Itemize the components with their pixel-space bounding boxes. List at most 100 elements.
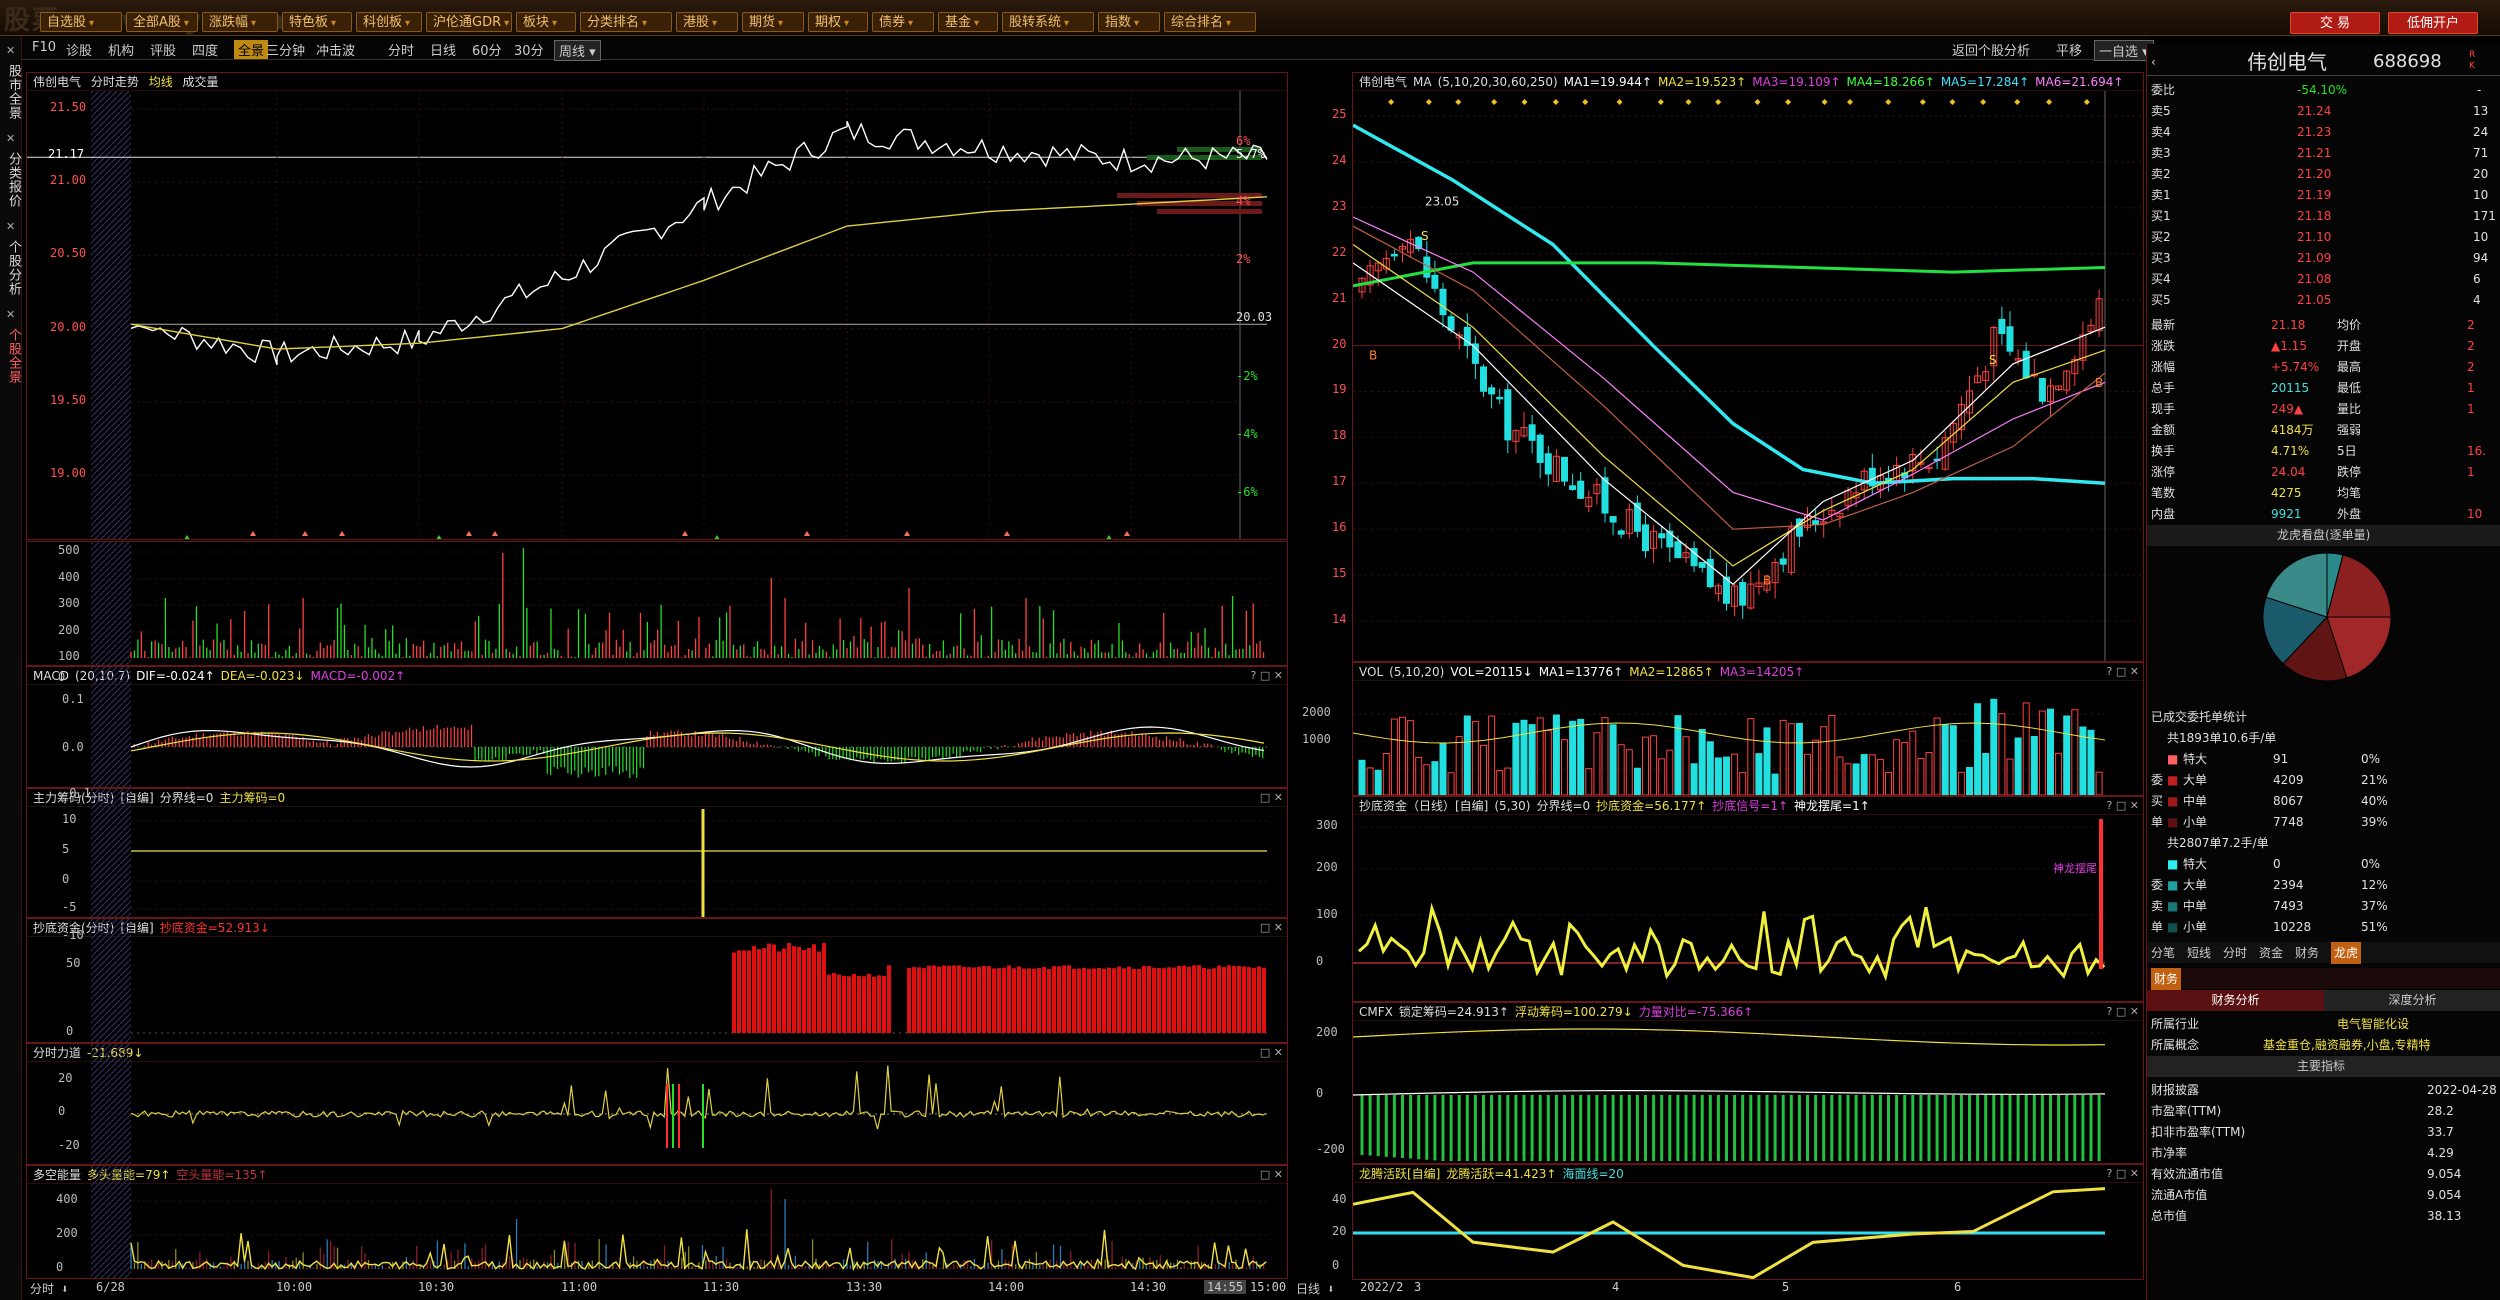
back-icon[interactable]: ‹	[2151, 48, 2156, 76]
signal-diamond	[1885, 99, 1892, 105]
tab-12[interactable]: 周线 ▾	[554, 40, 601, 61]
kvol-pane[interactable]: VOL (5,10,20) VOL=20115↓ MA1=13776↑ MA2=1286…	[1352, 662, 2144, 796]
subtab-deep[interactable]: 深度分析	[2324, 990, 2500, 1011]
fund-bar	[817, 951, 821, 1033]
close-icon[interactable]: ✕	[6, 308, 15, 321]
quote-tab-5[interactable]: 龙虎	[2331, 942, 2362, 964]
kvol-bar	[1455, 736, 1463, 795]
volume-tick: 400	[58, 570, 80, 584]
tab-3[interactable]: 评股	[150, 40, 176, 59]
tab-4[interactable]: 四度	[192, 40, 218, 59]
toolbar-button-9[interactable]: 期货 ▾	[742, 12, 804, 32]
tab-11[interactable]: 30分	[514, 40, 544, 59]
ask-row: 卖3 21.21 71	[2147, 143, 2500, 164]
trade-button[interactable]: 交 易	[2290, 12, 2380, 34]
toolbar-button-6[interactable]: 板块 ▾	[516, 12, 576, 32]
tab-right-0[interactable]: 返回个股分析	[1952, 40, 2030, 59]
toolbar-button-0[interactable]: 自选股 ▾	[40, 12, 122, 32]
order-pct: 0%	[2361, 857, 2381, 871]
sell-order-row: ■ 特大 0 0%	[2147, 854, 2500, 875]
fin-value: 2022-04-28	[2427, 1083, 2497, 1097]
toolbar-button-8[interactable]: 港股 ▾	[676, 12, 738, 32]
candle	[1471, 343, 1479, 364]
tab-10[interactable]: 60分	[472, 40, 502, 59]
left-tab-0[interactable]: 股市全景	[1, 58, 21, 126]
open-account-button[interactable]: 低佣开户	[2388, 12, 2478, 34]
close-icon[interactable]: ✕	[6, 220, 15, 233]
ask-volume: 20	[2473, 167, 2489, 181]
macd-pane[interactable]: MACD(20,10,7)DIF=-0.024↑DEA=-0.023↓MACD=…	[26, 666, 1288, 788]
quote-tab-2[interactable]: 分时	[2223, 942, 2247, 964]
kline-pane[interactable]: 伟创电气 MA (5,10,20,30,60,250) MA1=19.944↑ MA2=…	[1352, 72, 2144, 662]
tab-7[interactable]: 冲击波	[316, 40, 355, 59]
toolbar-button-10[interactable]: 期权 ▾	[808, 12, 868, 32]
toolbar-button-12[interactable]: 基金 ▾	[938, 12, 998, 32]
main-chip-pane[interactable]: 主力筹码(分时) [自编] 分界线=0 主力筹码=0 □ ✕	[26, 788, 1288, 918]
fund-bar	[1242, 966, 1246, 1033]
tab-5[interactable]: 全景	[234, 40, 269, 59]
fund-bar	[947, 965, 951, 1033]
toolbar-button-13[interactable]: 股转系统 ▾	[1002, 12, 1094, 32]
fund-bar	[1097, 967, 1101, 1033]
toolbar-button-1[interactable]: 全部A股 ▾	[126, 12, 198, 32]
side-label: 委	[2151, 878, 2164, 892]
close-icon[interactable]: ✕	[6, 132, 15, 145]
kcd-spike	[2099, 819, 2103, 969]
toolbar-button-2[interactable]: 涨跌幅 ▾	[202, 12, 278, 32]
kcd-pane[interactable]: 抄底资金（日线）[自编] (5,30) 分界线=0 抄底资金=56.177↑ 抄底信号=…	[1352, 796, 2144, 1002]
stat-label: 均笔	[2337, 486, 2362, 500]
quote-tab-1[interactable]: 短线	[2187, 942, 2211, 964]
kvol-bar	[1471, 720, 1479, 795]
finance-tab[interactable]: 财务	[2151, 968, 2182, 990]
time-tick: 14:55	[1204, 1280, 1247, 1294]
tab-1[interactable]: 诊股	[66, 40, 92, 59]
toolbar-button-5[interactable]: 沪伦通GDR ▾	[426, 12, 512, 32]
cmfx-pane[interactable]: CMFX 锁定筹码=24.913↑ 浮动筹码=100.279↓ 力量对比=-75.36…	[1352, 1002, 2144, 1164]
left-tab-3[interactable]: 个股全景	[1, 322, 21, 390]
stat-value: ▲1.15	[2271, 339, 2307, 353]
fin-value: 9.054	[2427, 1188, 2462, 1202]
tab-right-2[interactable]: 一自选 ▾	[2094, 40, 2154, 61]
tab-right-1[interactable]: 平移	[2056, 40, 2082, 59]
quote-tab-0[interactable]: 分笔	[2151, 942, 2175, 964]
bid-row: 买3 21.09 94	[2147, 248, 2500, 269]
price-tick: 21.00	[50, 173, 87, 188]
subtab-finance[interactable]: 财务分析	[2147, 990, 2324, 1011]
quote-tab-3[interactable]: 资金	[2259, 942, 2283, 964]
toolbar-button-14[interactable]: 指数 ▾	[1098, 12, 1160, 32]
left-tab-1[interactable]: 分类报价	[1, 146, 21, 214]
order-count: 4209	[2273, 773, 2304, 787]
bottom-fund-pane[interactable]: 抄底资金(分时) [自编] 抄底资金=52.913↓ □ ✕	[26, 918, 1288, 1043]
tab-8[interactable]: 分时	[388, 40, 414, 59]
toolbar-button-11[interactable]: 债券 ▾	[872, 12, 934, 32]
stat-label: 5日	[2337, 444, 2357, 458]
quote-tab-4[interactable]: 财务	[2295, 942, 2319, 964]
tab-6[interactable]: 三分钟	[266, 40, 305, 59]
macd-tick: 0.1	[62, 692, 84, 706]
tab-0[interactable]: F10	[32, 40, 56, 55]
intraday-price-pane[interactable]: 伟创电气 分时走势 均线 成交量	[26, 72, 1288, 540]
fund-bar	[737, 950, 741, 1033]
force-tick: -20	[58, 1138, 80, 1152]
bid-label: 买2	[2151, 230, 2171, 244]
toolbar-button-3[interactable]: 特色板 ▾	[282, 12, 352, 32]
longteng-pane[interactable]: 龙腾活跃[自编] 龙腾活跃=41.423↑ 海面线=20? □ ✕	[1352, 1164, 2144, 1280]
bid-price: 21.10	[2297, 230, 2332, 244]
tab-2[interactable]: 机构	[108, 40, 134, 59]
ask-row: 卖1 21.19 10	[2147, 185, 2500, 206]
long-short-pane[interactable]: 多空能量多头量能=79↑空头量能=135↑□ ✕	[26, 1165, 1288, 1279]
close-icon[interactable]: ✕	[6, 44, 15, 57]
order-type: 特大	[2183, 857, 2208, 871]
force-pane[interactable]: 分时力道-21.689↓□ ✕	[26, 1043, 1288, 1165]
macd-tick: 0.0	[62, 740, 84, 754]
buy-total-row: 共1893单10.6手/单	[2147, 728, 2500, 749]
toolbar-button-15[interactable]: 综合排名 ▾	[1164, 12, 1256, 32]
kvol-bar	[1512, 722, 1520, 795]
toolbar-button-4[interactable]: 科创板 ▾	[356, 12, 422, 32]
left-tab-2[interactable]: 个股分析	[1, 234, 21, 302]
chip-tick: -10	[62, 928, 84, 942]
time-label: 分时 ⬇	[30, 1282, 69, 1296]
toolbar-button-7[interactable]: 分类排名 ▾	[580, 12, 672, 32]
tab-9[interactable]: 日线	[430, 40, 456, 59]
fund-bar	[1117, 966, 1121, 1033]
